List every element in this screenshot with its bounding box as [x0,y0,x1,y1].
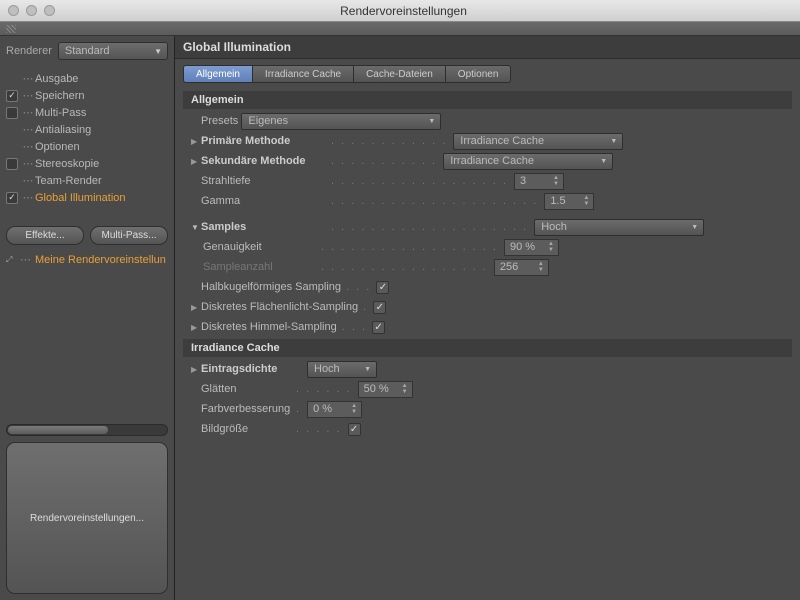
imgsize-checkbox[interactable]: ✓ [348,423,361,436]
renderer-dropdown[interactable]: Standard ▼ [58,42,168,60]
tree-item-teamrender[interactable]: ⋯Team-Render [6,172,174,189]
area-checkbox[interactable]: ✓ [373,301,386,314]
disclosure-icon[interactable]: ▶ [191,303,201,312]
toolbar-strip [0,22,800,36]
render-settings-button[interactable]: Rendervoreinstellungen... [6,442,168,594]
tree-item-multipass[interactable]: ⋯Multi-Pass [6,104,174,121]
chevron-down-icon: ▼ [154,47,162,56]
expand-icon[interactable]: ⤢ [6,255,16,265]
gamma-field[interactable]: 1.5▲▼ [544,193,594,210]
sidebar: Renderer Standard ▼ ⋯Ausgabe ✓⋯Speichern… [0,36,175,600]
row-colorref: Farbverbesserung . 0 %▲▼ [175,399,800,419]
spinner-icon: ▲▼ [551,174,561,189]
row-depth: Strahltiefe . . . . . . . . . . . . . . … [175,171,800,191]
row-hemi: Halbkugelförmiges Sampling . . . ✓ [175,277,800,297]
row-samples: ▼ Samples . . . . . . . . . . . . . . . … [175,217,800,237]
disclosure-icon[interactable]: ▶ [191,365,201,374]
preset-label: Meine Rendervoreinstellun [35,254,166,266]
panel-title: Global Illumination [175,36,800,59]
row-smooth: Glätten . . . . . . 50 %▲▼ [175,379,800,399]
window-title: Rendervoreinstellungen [15,4,792,18]
presets-select[interactable]: Eigenes▼ [241,113,441,130]
tab-allgemein[interactable]: Allgemein [183,65,253,83]
checkbox-icon[interactable]: ✓ [6,90,18,102]
general-subheader: Allgemein [183,91,792,109]
accuracy-field[interactable]: 90 %▲▼ [504,239,559,256]
tree-item-antialiasing[interactable]: ⋯Antialiasing [6,121,174,138]
row-area: ▶ Diskretes Flächenlicht-Sampling . ✓ [175,297,800,317]
row-sky: ▶ Diskretes Himmel-Sampling . . . ✓ [175,317,800,337]
row-samplecount: Sampleanzahl . . . . . . . . . . . . . .… [175,257,800,277]
tab-irradiance-cache[interactable]: Irradiance Cache [253,65,354,83]
disclosure-icon[interactable]: ▶ [191,137,201,146]
checkbox-icon[interactable]: ✓ [6,192,18,204]
settings-tree: ⋯Ausgabe ✓⋯Speichern ⋯Multi-Pass ⋯Antial… [0,68,174,220]
disclosure-icon[interactable]: ▼ [191,223,201,232]
scrollbar-thumb[interactable] [8,426,108,434]
tabs: Allgemein Irradiance Cache Cache-Dateien… [175,59,800,89]
disclosure-icon[interactable]: ▶ [191,323,201,332]
density-select[interactable]: Hoch▼ [307,361,377,378]
disclosure-icon[interactable]: ▶ [191,157,201,166]
titlebar: Rendervoreinstellungen [0,0,800,22]
chevron-down-icon: ▼ [428,118,435,125]
ic-subheader: Irradiance Cache [183,339,792,357]
tree-item-optionen[interactable]: ⋯Optionen [6,138,174,155]
sky-checkbox[interactable]: ✓ [372,321,385,334]
preset-row[interactable]: ⤢ ⋯ Meine Rendervoreinstellun [0,251,174,270]
row-imgsize: Bildgröße . . . . . ✓ [175,419,800,439]
multipass-button[interactable]: Multi-Pass... [90,226,168,245]
tree-item-ausgabe[interactable]: ⋯Ausgabe [6,70,174,87]
smooth-field[interactable]: 50 %▲▼ [358,381,413,398]
row-gamma: Gamma . . . . . . . . . . . . . . . . . … [175,191,800,211]
row-presets: Presets Eigenes▼ [175,111,800,131]
tab-cache-dateien[interactable]: Cache-Dateien [354,65,446,83]
horizontal-scrollbar[interactable] [6,424,168,436]
row-primary: ▶ Primäre Methode . . . . . . . . . . . … [175,131,800,151]
row-accuracy: Genauigkeit . . . . . . . . . . . . . . … [175,237,800,257]
checkbox-icon[interactable] [6,107,18,119]
tree-item-stereoskopie[interactable]: ⋯Stereoskopie [6,155,174,172]
row-secondary: ▶ Sekundäre Methode . . . . . . . . . . … [175,151,800,171]
grip-icon [6,25,16,33]
renderer-label: Renderer [6,45,52,57]
row-density: ▶ Eintragsdichte Hoch▼ [175,359,800,379]
effects-button[interactable]: Effekte... [6,226,84,245]
checkbox-icon[interactable] [6,158,18,170]
renderer-value: Standard [65,45,110,57]
content-panel: Global Illumination Allgemein Irradiance… [175,36,800,600]
samplecount-field: 256▲▼ [494,259,549,276]
hemi-checkbox[interactable]: ✓ [376,281,389,294]
colorref-field[interactable]: 0 %▲▼ [307,401,362,418]
tree-item-gi[interactable]: ✓⋯Global Illumination [6,189,174,206]
tab-optionen[interactable]: Optionen [446,65,512,83]
depth-field[interactable]: 3▲▼ [514,173,564,190]
secondary-method-select[interactable]: Irradiance Cache▼ [443,153,613,170]
primary-method-select[interactable]: Irradiance Cache▼ [453,133,623,150]
tree-item-speichern[interactable]: ✓⋯Speichern [6,87,174,104]
samples-select[interactable]: Hoch▼ [534,219,704,236]
